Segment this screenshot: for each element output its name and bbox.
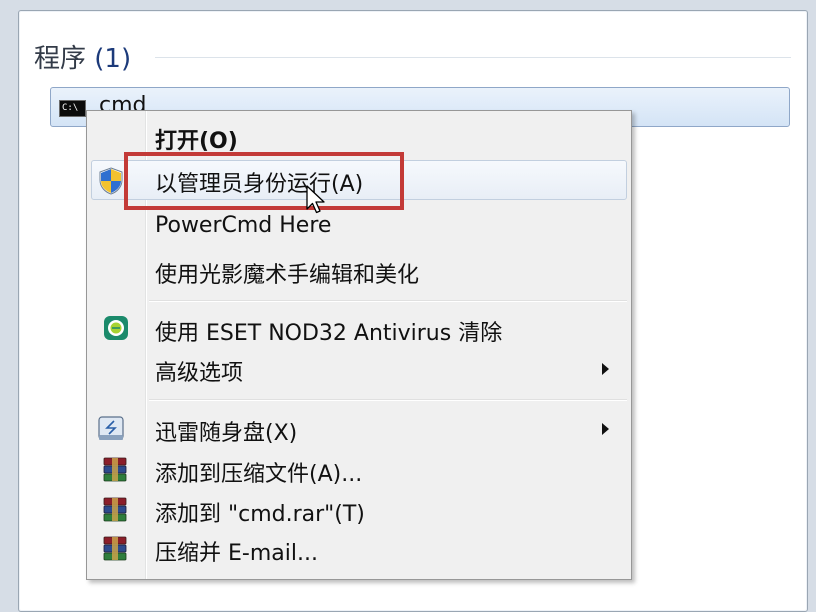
menu-item-label: 添加到压缩文件(A)... xyxy=(155,462,363,487)
menu-item-compress-email[interactable]: 压缩并 E-mail... xyxy=(87,529,631,569)
menu-item-label: PowerCmd Here xyxy=(155,213,332,238)
thunder-disk-icon xyxy=(98,416,124,440)
menu-separator xyxy=(149,300,627,302)
menu-item-advanced-options[interactable]: 高级选项 xyxy=(87,349,631,389)
group-divider xyxy=(155,57,791,58)
submenu-arrow-icon xyxy=(602,363,609,375)
group-count: (1) xyxy=(94,44,132,74)
menu-item-edit-beautify[interactable]: 使用光影魔术手编辑和美化 xyxy=(87,251,631,291)
menu-item-label: 迅雷随身盘(X) xyxy=(155,421,298,446)
annotation-highlight-box xyxy=(124,152,404,210)
winrar-icon xyxy=(103,536,127,561)
eset-icon xyxy=(104,316,128,340)
menu-item-label: 使用 ESET NOD32 Antivirus 清除 xyxy=(155,321,503,346)
menu-item-eset-scan[interactable]: 使用 ESET NOD32 Antivirus 清除 xyxy=(87,309,631,349)
menu-item-label: 添加到 "cmd.rar"(T) xyxy=(155,502,365,527)
search-group-header: 程序 (1) xyxy=(34,38,131,74)
menu-item-label: 压缩并 E-mail... xyxy=(155,541,318,566)
mouse-cursor-icon xyxy=(306,185,325,214)
menu-item-open[interactable]: 打开(O) xyxy=(87,117,631,157)
menu-item-powercmd-here[interactable]: PowerCmd Here xyxy=(87,207,631,247)
winrar-icon xyxy=(103,497,127,522)
submenu-arrow-icon xyxy=(602,423,609,435)
winrar-icon xyxy=(103,457,127,482)
menu-separator xyxy=(149,399,627,401)
cmd-icon: C:\ xyxy=(59,100,86,117)
group-title: 程序 xyxy=(34,44,87,74)
menu-item-label: 高级选项 xyxy=(155,361,244,386)
uac-shield-icon xyxy=(99,167,123,195)
menu-item-label: 打开(O) xyxy=(155,129,238,154)
menu-item-add-to-archive[interactable]: 添加到压缩文件(A)... xyxy=(87,450,631,490)
menu-item-label: 使用光影魔术手编辑和美化 xyxy=(155,263,420,288)
menu-item-add-to-cmd-rar[interactable]: 添加到 "cmd.rar"(T) xyxy=(87,490,631,530)
menu-item-thunder-disk[interactable]: 迅雷随身盘(X) xyxy=(87,409,631,449)
